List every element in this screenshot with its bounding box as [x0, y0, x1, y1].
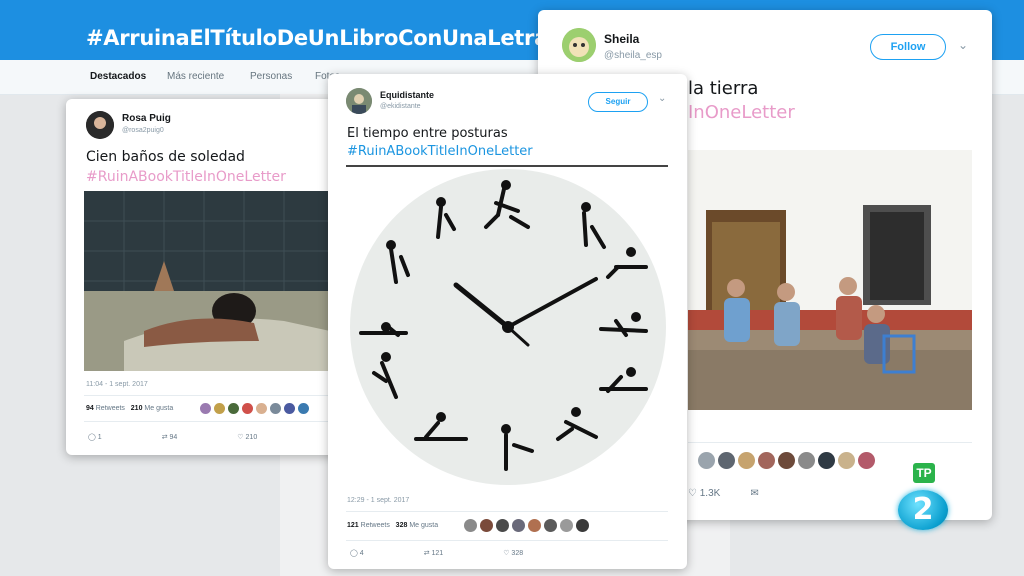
retweets-label: Retweets — [360, 522, 390, 529]
heart-icon[interactable]: ♡ 1.3K — [688, 488, 720, 499]
follow-button[interactable]: Follow — [870, 34, 946, 60]
tweet-card-rosa-puig: Rosa Puig @rosa2puig0 Cien baños de sole… — [66, 99, 342, 455]
author-handle[interactable]: @sheila_esp — [604, 50, 662, 61]
avatar[interactable] — [562, 28, 596, 62]
avatar[interactable] — [496, 519, 509, 532]
channel-logo: 2 — [898, 490, 948, 530]
author-handle[interactable]: @ekidistante — [380, 103, 421, 110]
avatar[interactable] — [214, 403, 225, 414]
retweet-icon[interactable]: ⇄ 94 — [162, 433, 208, 441]
photo-women-sitting-street — [688, 150, 972, 410]
photo-clock — [350, 169, 666, 485]
avatar[interactable] — [798, 452, 815, 469]
heart-icon[interactable]: ♡ 328 — [503, 549, 553, 557]
avatar[interactable] — [778, 452, 795, 469]
avatar[interactable] — [838, 452, 855, 469]
likes-label: Me gusta — [144, 405, 174, 412]
tweet-actions: ♡ 1.3K ✉ — [688, 488, 789, 499]
avatar[interactable] — [464, 519, 477, 532]
reply-count: 1 — [97, 434, 102, 441]
like-count: 210 — [245, 434, 258, 441]
avatar-image — [86, 111, 114, 139]
avatar[interactable] — [228, 403, 239, 414]
author-name[interactable]: Rosa Puig — [122, 113, 171, 124]
avatar[interactable] — [200, 403, 211, 414]
follow-button[interactable]: Seguir — [588, 92, 648, 112]
mail-icon[interactable]: ✉ — [750, 488, 758, 499]
liker-avatars[interactable] — [698, 452, 878, 469]
tweet-photo[interactable] — [688, 150, 972, 410]
avatar[interactable] — [528, 519, 541, 532]
avatar-image — [346, 88, 372, 114]
tab-destacados[interactable]: Destacados — [90, 71, 146, 82]
avatar[interactable] — [738, 452, 755, 469]
author-name[interactable]: Equidistante — [380, 90, 434, 100]
hashtag-title: #ArruinaElTítuloDeUnLibroConUnaLetra — [86, 26, 548, 50]
like-count: 1.3K — [699, 488, 721, 499]
tab-mas-reciente[interactable]: Más reciente — [167, 71, 224, 82]
tweet-text: la tierra — [688, 78, 759, 99]
liker-avatars[interactable] — [464, 519, 592, 532]
avatar[interactable] — [858, 452, 875, 469]
likes-count[interactable]: 328 — [396, 522, 408, 529]
tp-badge: TP — [913, 463, 935, 483]
tweet-timestamp[interactable]: 12:29 - 1 sept. 2017 — [347, 497, 409, 504]
avatar[interactable] — [480, 519, 493, 532]
tweet-photo[interactable] — [84, 191, 330, 371]
divider — [346, 511, 668, 512]
likes-count[interactable]: 210 — [131, 405, 143, 412]
tweet-hashtag[interactable]: #RuinABookTitleInOneLetter — [86, 169, 286, 185]
avatar[interactable] — [560, 519, 573, 532]
avatar[interactable] — [298, 403, 309, 414]
tweet-stats: 121 Retweets 328 Me gusta — [347, 522, 438, 529]
divider — [84, 395, 330, 396]
avatar[interactable] — [758, 452, 775, 469]
reply-icon[interactable]: ◯ 4 — [350, 549, 394, 557]
divider — [346, 540, 668, 541]
tweet-hashtag[interactable]: InOneLetter — [688, 102, 795, 123]
likes-label: Me gusta — [409, 522, 439, 529]
tab-personas[interactable]: Personas — [250, 71, 292, 82]
divider — [84, 421, 330, 422]
avatar[interactable] — [242, 403, 253, 414]
avatar[interactable] — [544, 519, 557, 532]
liker-avatars[interactable] — [200, 403, 312, 414]
retweets-count[interactable]: 121 — [347, 522, 359, 529]
avatar-image — [562, 28, 596, 62]
divider — [688, 442, 972, 443]
tweet-timestamp[interactable]: 11:04 - 1 sept. 2017 — [86, 381, 148, 388]
avatar[interactable] — [86, 111, 114, 139]
retweet-count: 121 — [431, 550, 444, 557]
reply-icon[interactable]: ◯ 1 — [88, 433, 132, 441]
tweet-actions: ◯ 4 ⇄ 121 ♡ 328 — [350, 549, 583, 557]
avatar[interactable] — [818, 452, 835, 469]
heart-icon[interactable]: ♡ 210 — [237, 433, 287, 441]
retweets-label: Retweets — [95, 405, 125, 412]
tweet-actions: ◯ 1 ⇄ 94 ♡ 210 — [88, 433, 317, 441]
retweet-icon[interactable]: ⇄ 121 — [424, 549, 474, 557]
tweet-hashtag[interactable]: #RuinABookTitleInOneLetter — [347, 144, 533, 159]
retweet-count: 94 — [169, 434, 178, 441]
avatar[interactable] — [256, 403, 267, 414]
tweet-photo[interactable] — [346, 165, 668, 492]
like-count: 328 — [511, 550, 524, 557]
retweets-count[interactable]: 94 — [86, 405, 94, 412]
author-handle[interactable]: @rosa2puig0 — [122, 127, 164, 134]
tweet-card-equidistante: Equidistante @ekidistante Seguir ⌄ El ti… — [328, 74, 687, 569]
avatar[interactable] — [698, 452, 715, 469]
avatar[interactable] — [346, 88, 372, 114]
reply-count: 4 — [359, 550, 364, 557]
tweet-text: Cien baños de soledad — [86, 149, 245, 165]
avatar[interactable] — [512, 519, 525, 532]
photo-bathtub — [84, 191, 330, 371]
tweet-stats: 94 Retweets 210 Me gusta — [86, 405, 173, 412]
author-name[interactable]: Sheila — [604, 32, 639, 46]
avatar[interactable] — [576, 519, 589, 532]
tweet-text: El tiempo entre posturas — [347, 126, 508, 141]
avatar[interactable] — [718, 452, 735, 469]
chevron-down-icon[interactable]: ⌄ — [958, 38, 968, 52]
chevron-down-icon[interactable]: ⌄ — [658, 93, 666, 104]
avatar[interactable] — [270, 403, 281, 414]
avatar[interactable] — [284, 403, 295, 414]
